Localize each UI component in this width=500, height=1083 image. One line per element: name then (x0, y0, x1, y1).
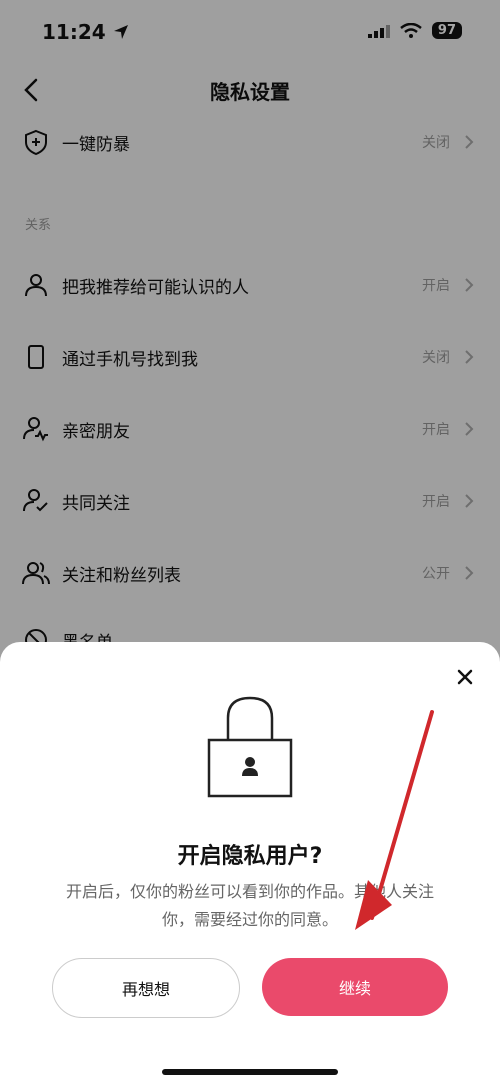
home-indicator (162, 1069, 338, 1075)
cancel-button[interactable]: 再想想 (52, 958, 240, 1018)
dialog-description: 开启后，仅你的粉丝可以看到你的作品。其他人关注你，需要经过你的同意。 (65, 882, 434, 929)
privacy-settings-screen: 11:24 97 隐私设置 一键防暴 关闭 关系 把我推荐给可能认识的人 开启 … (0, 0, 500, 1083)
dialog-title: 开启隐私用户? (177, 844, 323, 869)
close-icon[interactable] (454, 666, 476, 688)
private-account-dialog: 开启隐私用户? 开启后，仅你的粉丝可以看到你的作品。其他人关注你，需要经过你的同… (0, 642, 500, 1083)
continue-button[interactable]: 继续 (262, 958, 448, 1016)
lock-icon (207, 696, 293, 798)
